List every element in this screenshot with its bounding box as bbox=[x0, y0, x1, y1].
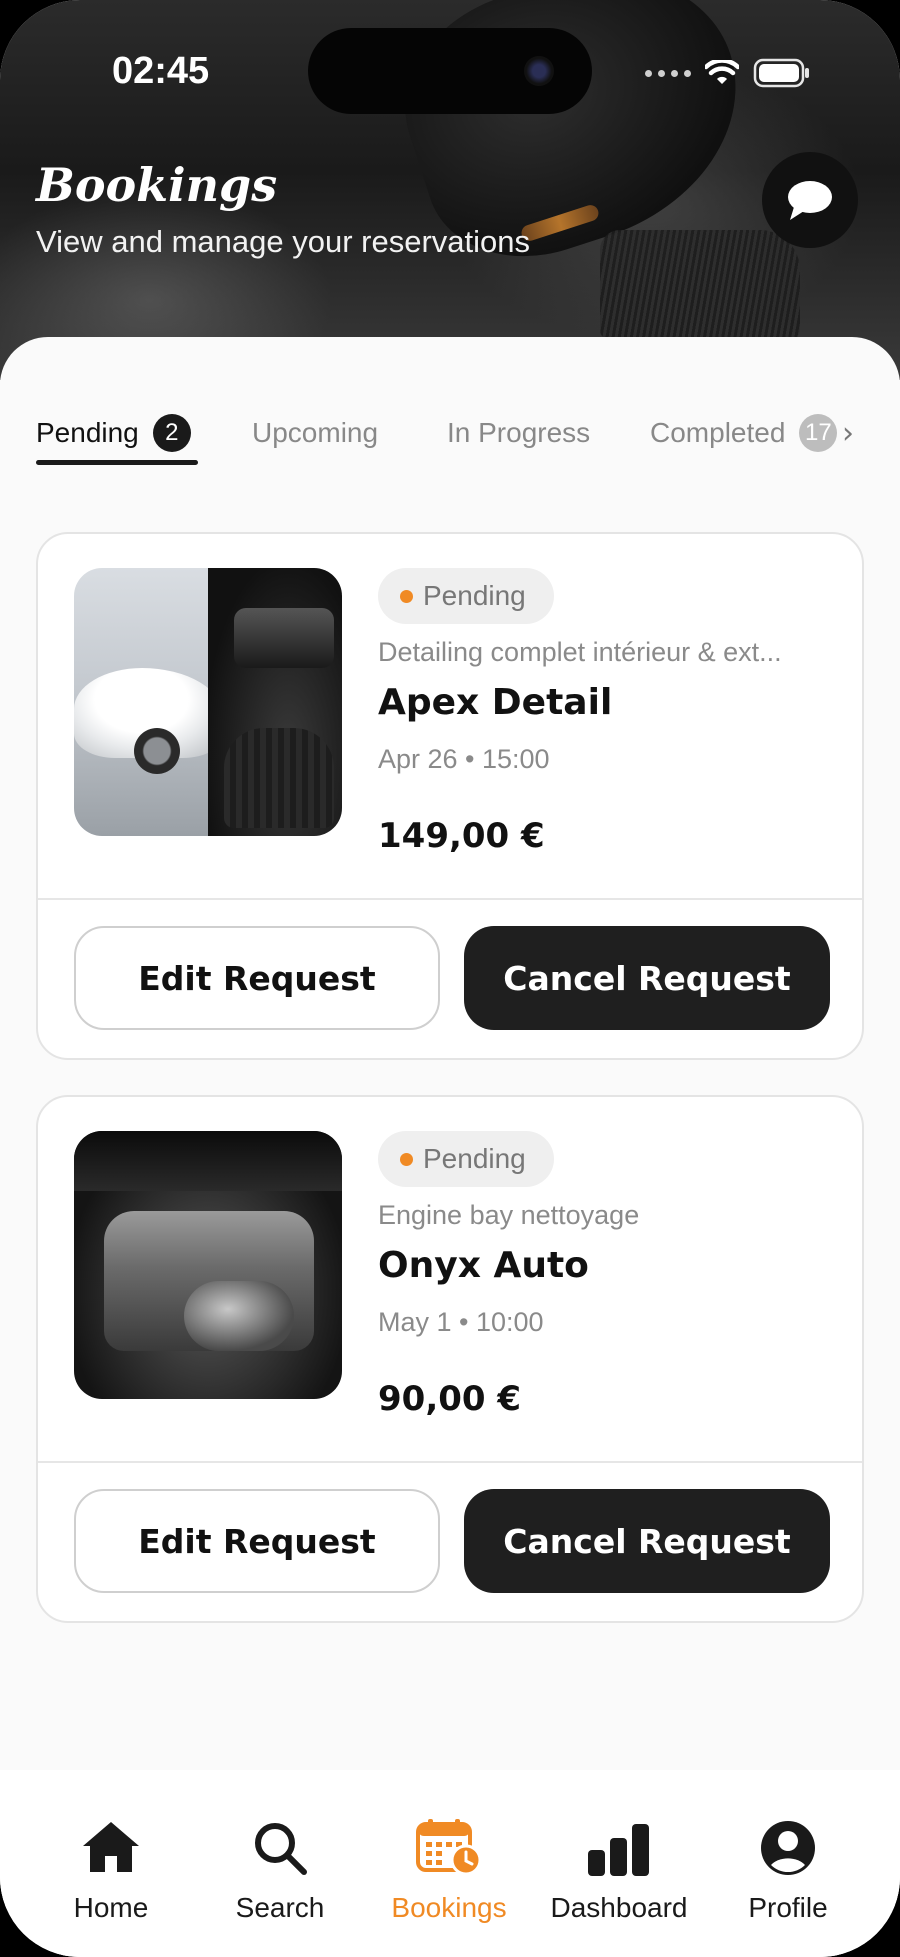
app-screen: 02:45 Bookings View and manage your rese… bbox=[0, 0, 900, 1957]
battery-icon bbox=[753, 58, 809, 88]
booking-card[interactable]: Pending Engine bay nettoyage Onyx Auto M… bbox=[36, 1095, 864, 1623]
page-subtitle: View and manage your reservations bbox=[36, 224, 530, 259]
booking-thumbnail bbox=[74, 568, 342, 836]
edit-request-button[interactable]: Edit Request bbox=[74, 926, 440, 1030]
tab-pending[interactable]: Pending 2 bbox=[36, 398, 191, 468]
chat-bubble-icon bbox=[788, 181, 832, 220]
booking-price: 149,00 € bbox=[378, 816, 545, 856]
tab-label: Pending bbox=[36, 417, 139, 448]
divider bbox=[38, 1461, 862, 1463]
status-dot bbox=[400, 589, 413, 603]
booking-tabs: Pending 2 Upcoming In Progress Completed… bbox=[0, 398, 900, 468]
tab-label: In Progress bbox=[447, 417, 591, 448]
bar-chart-icon bbox=[588, 1824, 649, 1876]
nav-dashboard[interactable]: Dashboard bbox=[534, 1810, 704, 1924]
nav-label: Search bbox=[235, 1892, 325, 1923]
shop-name: Onyx Auto bbox=[378, 1245, 589, 1286]
bottom-navigation: Home Search Bookings Dashboard Profile bbox=[0, 1770, 900, 1957]
status-dot bbox=[400, 1152, 413, 1166]
service-name: Engine bay nettoyage bbox=[378, 1200, 640, 1230]
booking-thumbnail bbox=[74, 1131, 342, 1399]
nav-profile[interactable]: Profile bbox=[703, 1810, 873, 1924]
camera-icon bbox=[524, 56, 554, 86]
status-badge: Pending bbox=[378, 568, 554, 624]
service-name: Detailing complet intérieur & ext... bbox=[378, 637, 782, 667]
tab-label: Upcoming bbox=[252, 417, 379, 448]
nav-search[interactable]: Search bbox=[195, 1810, 365, 1924]
edit-request-button[interactable]: Edit Request bbox=[74, 1489, 440, 1593]
booking-datetime: Apr 26 • 15:00 bbox=[378, 744, 550, 774]
tab-count-badge: 2 bbox=[152, 414, 191, 452]
cancel-request-button[interactable]: Cancel Request bbox=[464, 926, 830, 1030]
booking-price: 90,00 € bbox=[378, 1379, 522, 1419]
tab-count-badge: 17 bbox=[799, 414, 838, 452]
nav-label: Profile bbox=[748, 1892, 828, 1923]
search-icon bbox=[255, 1823, 307, 1875]
tab-in-progress[interactable]: In Progress bbox=[447, 398, 590, 468]
chevron-right-icon[interactable]: › bbox=[842, 416, 854, 451]
nav-home[interactable]: Home bbox=[26, 1810, 196, 1924]
user-circle-icon bbox=[761, 1821, 815, 1875]
status-label: Pending bbox=[423, 1143, 526, 1174]
chat-button[interactable] bbox=[762, 152, 858, 248]
tab-completed[interactable]: Completed 17 bbox=[650, 398, 838, 468]
tab-upcoming[interactable]: Upcoming bbox=[252, 398, 378, 468]
divider bbox=[38, 898, 862, 900]
status-icons bbox=[645, 56, 811, 90]
wifi-icon bbox=[705, 60, 739, 84]
booking-card[interactable]: Pending Detailing complet intérieur & ex… bbox=[36, 532, 864, 1060]
nav-label: Bookings bbox=[391, 1892, 507, 1923]
active-tab-indicator bbox=[36, 460, 198, 465]
status-time: 02:45 bbox=[112, 50, 210, 92]
nav-bookings[interactable]: Bookings bbox=[364, 1810, 534, 1924]
cancel-request-button[interactable]: Cancel Request bbox=[464, 1489, 830, 1593]
shop-name: Apex Detail bbox=[378, 682, 613, 723]
nav-label: Dashboard bbox=[550, 1892, 688, 1923]
status-badge: Pending bbox=[378, 1131, 554, 1187]
calendar-clock-icon bbox=[416, 1819, 482, 1876]
tab-label: Completed bbox=[650, 417, 786, 448]
dynamic-island bbox=[308, 28, 592, 114]
brush-shape bbox=[600, 230, 800, 340]
signal-dots-icon bbox=[645, 69, 691, 77]
booking-datetime: May 1 • 10:00 bbox=[378, 1307, 544, 1337]
nav-label: Home bbox=[73, 1892, 149, 1923]
home-icon bbox=[83, 1822, 139, 1872]
page-title: Bookings bbox=[36, 158, 278, 212]
status-label: Pending bbox=[423, 580, 526, 611]
